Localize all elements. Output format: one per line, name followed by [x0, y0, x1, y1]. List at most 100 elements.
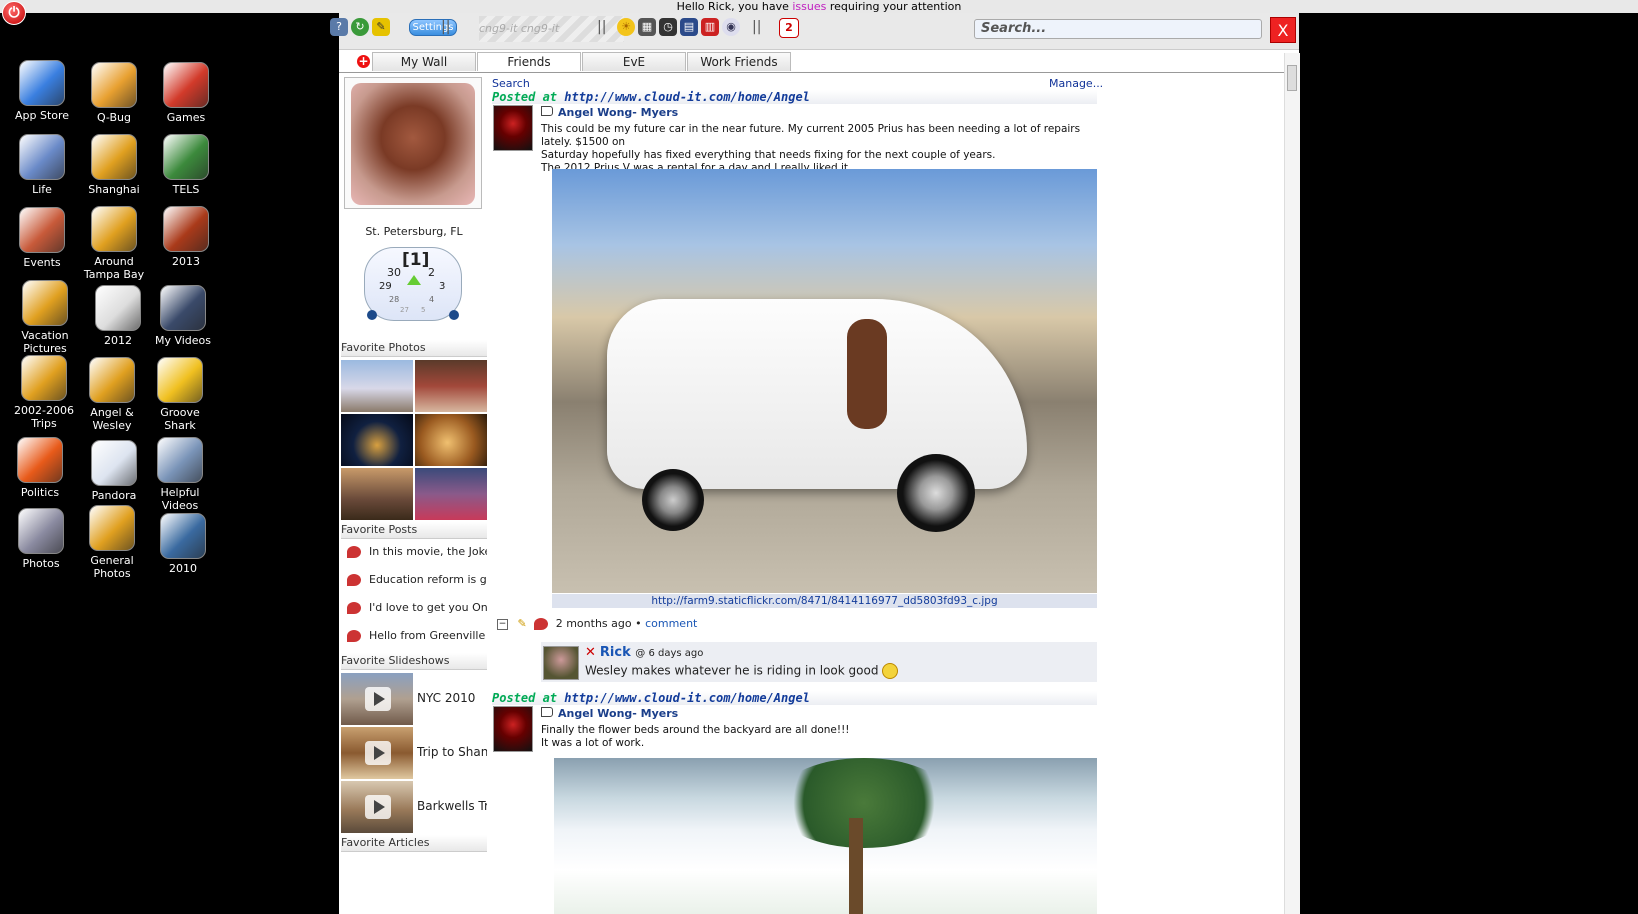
photo-caption-link[interactable]: http://farm9.staticflickr.com/8471/84141… [552, 594, 1097, 608]
desktop-icon[interactable]: TELS [149, 134, 223, 196]
post-author[interactable]: Angel Wong- Myers [541, 106, 678, 119]
desktop-icon[interactable]: 2010 [146, 513, 220, 575]
desktop-icon[interactable]: Q-Bug [77, 62, 151, 124]
desktop-icon[interactable]: 2002-2006 Trips [7, 355, 81, 430]
post-author[interactable]: Angel Wong- Myers [541, 707, 678, 720]
desktop-icon-label: Life [32, 183, 52, 196]
pushpin-icon[interactable] [534, 618, 549, 630]
apps-icon[interactable]: ▤ [680, 18, 698, 36]
notifications-icon[interactable]: 2 [779, 18, 799, 38]
favorite-photo[interactable] [341, 360, 413, 412]
desktop-icon[interactable]: App Store [5, 60, 79, 122]
desktop-icon-label: 2010 [169, 562, 197, 575]
search-input[interactable]: Search... [974, 19, 1262, 39]
refresh-icon[interactable]: ↻ [351, 18, 369, 36]
favorite-photo[interactable] [341, 468, 413, 520]
issues-link[interactable]: issues [792, 0, 826, 13]
desktop-icon[interactable]: Politics [3, 437, 77, 499]
profile-card[interactable] [344, 77, 482, 209]
notification-suffix: requiring your attention [826, 0, 962, 13]
desktop-icon[interactable]: Photos [4, 508, 78, 570]
desktop-icon[interactable]: General Photos [75, 505, 149, 580]
tab-eve[interactable]: EvE [582, 52, 686, 71]
calendar-current-day: [1] [402, 250, 430, 270]
calendar-widget[interactable]: [1] 30 2 29 3 28 4 27 5 [364, 247, 462, 321]
desktop-icon-label: General Photos [90, 554, 134, 580]
post-meta: − ✎ 2 months ago • comment [497, 617, 698, 630]
delete-comment-icon[interactable]: ✕ [585, 645, 596, 660]
posted-at-label: Posted at [492, 691, 565, 705]
calendar-next-icon[interactable] [449, 310, 459, 320]
desktop-icon[interactable]: Angel & Wesley [75, 357, 149, 432]
calendar-prev-icon[interactable] [367, 310, 377, 320]
tab-work-friends[interactable]: Work Friends [687, 52, 791, 71]
manage-link[interactable]: Manage... [1049, 77, 1103, 90]
slideshow-item[interactable]: Trip to Shangl [341, 727, 487, 779]
post-url-link[interactable]: http://www.cloud-it.com/home/Angel [564, 90, 810, 104]
clock-icon[interactable]: ◷ [659, 18, 677, 36]
favorite-photo[interactable] [415, 360, 487, 412]
commenter-avatar[interactable] [543, 646, 579, 680]
scrollbar-thumb[interactable] [1287, 65, 1297, 91]
desktop-icon[interactable]: Life [5, 134, 79, 196]
desktop-icon[interactable]: Events [5, 207, 79, 269]
desktop-icon-label: Helpful Videos [160, 486, 200, 512]
calendar-day: 29 [379, 281, 392, 292]
collapse-icon[interactable]: − [497, 618, 508, 630]
tab-my-wall[interactable]: My Wall [372, 52, 476, 71]
play-icon [365, 795, 391, 819]
tab-friends[interactable]: Friends [477, 52, 581, 71]
favorite-photo[interactable] [415, 468, 487, 520]
vertical-scrollbar[interactable] [1284, 53, 1300, 914]
desktop-icon[interactable]: Games [149, 62, 223, 124]
book-icon[interactable]: ▥ [701, 18, 719, 36]
globe-icon[interactable]: ◉ [722, 18, 740, 36]
author-avatar[interactable] [493, 105, 533, 151]
desktop-icon[interactable]: Vacation Pictures [8, 280, 82, 355]
desktop-icon[interactable]: Groove Shark [143, 357, 217, 432]
power-icon[interactable]: ⏻ [2, 1, 26, 25]
desktop-icon[interactable]: Helpful Videos [143, 437, 217, 512]
desktop-icon[interactable]: Shanghai [77, 134, 151, 196]
tag-icon [541, 106, 553, 116]
add-tab-icon[interactable]: + [357, 55, 370, 68]
tree-trunk [849, 818, 863, 914]
desktop-icon-label: Pandora [91, 489, 137, 502]
desktop-icon[interactable]: Pandora [77, 440, 151, 502]
favorite-post-item[interactable]: I'd love to get you On a [347, 598, 487, 618]
calendar-day: 27 [400, 306, 409, 314]
pencil-icon[interactable]: ✎ [372, 18, 390, 36]
help-icon[interactable]: ? [330, 18, 348, 36]
post-url-link[interactable]: http://www.cloud-it.com/home/Angel [564, 691, 810, 705]
post-header: Posted at http://www.cloud-it.com/home/A… [492, 691, 1097, 705]
post-photo[interactable] [552, 169, 1097, 593]
notification-prefix: Hello Rick, you have [676, 0, 793, 13]
desktop-icon[interactable]: Around Tampa Bay [77, 206, 151, 281]
desktop-icon[interactable]: 2013 [149, 206, 223, 268]
favorite-photo[interactable] [415, 414, 487, 466]
favorite-post-item[interactable]: In this movie, the Joker r [347, 542, 487, 562]
desktop-icon[interactable]: My Videos [146, 285, 220, 347]
play-icon [365, 687, 391, 711]
slideshow-item[interactable]: NYC 2010 [341, 673, 487, 725]
desktop-icon-label: Groove Shark [160, 406, 200, 432]
slideshow-item[interactable]: Barkwells Trip [341, 781, 487, 833]
calendar-day: 4 [429, 295, 435, 304]
feed-search-link[interactable]: Search [492, 77, 530, 90]
favorite-photo[interactable] [341, 414, 413, 466]
post-text-line: Saturday hopefully has fixed everything … [541, 149, 996, 161]
favorite-post-item[interactable]: Education reform is going [347, 570, 487, 590]
post-time: 2 months ago [555, 617, 632, 630]
favorite-post-item[interactable]: Hello from Greenville Per [347, 626, 487, 646]
desktop-icon[interactable]: 2012 [81, 285, 155, 347]
post-photo[interactable] [554, 758, 1097, 914]
desktop-icon-label: Games [166, 111, 206, 124]
camera-icon [160, 513, 206, 559]
edit-pencil-icon[interactable]: ✎ [518, 617, 527, 630]
commenter-name[interactable]: Rick [600, 645, 631, 660]
sun-icon[interactable]: ☀ [617, 18, 635, 36]
close-button[interactable]: X [1270, 17, 1296, 43]
calculator-icon[interactable]: ▦ [638, 18, 656, 36]
comment-link[interactable]: comment [645, 617, 697, 630]
author-avatar[interactable] [493, 706, 533, 752]
